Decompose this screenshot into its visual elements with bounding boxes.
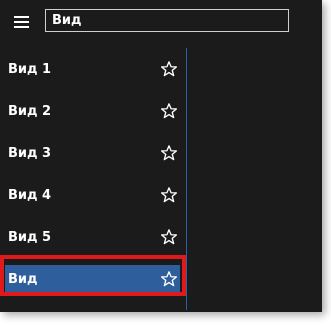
hamburger-menu-icon[interactable] [10, 10, 34, 34]
pane-divider[interactable] [186, 48, 187, 310]
star-outline-icon[interactable] [160, 102, 178, 120]
star-outline-icon[interactable] [160, 60, 178, 78]
sidebar-item-view-4[interactable]: Вид 4 [0, 176, 186, 216]
star-outline-icon[interactable] [160, 228, 178, 246]
sidebar-item-view-1[interactable]: Вид 1 [0, 50, 186, 90]
annotation-highlight-frame [0, 255, 186, 296]
search-input[interactable] [46, 10, 288, 31]
top-bar [0, 0, 322, 44]
search-field[interactable] [45, 9, 289, 32]
sidebar-item-label: Вид 1 [8, 62, 52, 77]
sidebar-item-label: Вид 2 [8, 104, 52, 119]
star-outline-icon[interactable] [160, 144, 178, 162]
star-outline-icon[interactable] [160, 186, 178, 204]
sidebar-item-view-2[interactable]: Вид 2 [0, 92, 186, 132]
sidebar-item-label: Вид 3 [8, 146, 52, 161]
sidebar-item-label: Вид 5 [8, 230, 52, 245]
sidebar-item-view-5[interactable]: Вид 5 [0, 218, 186, 258]
sidebar-item-label: Вид 4 [8, 188, 52, 203]
sidebar-item-view-3[interactable]: Вид 3 [0, 134, 186, 174]
